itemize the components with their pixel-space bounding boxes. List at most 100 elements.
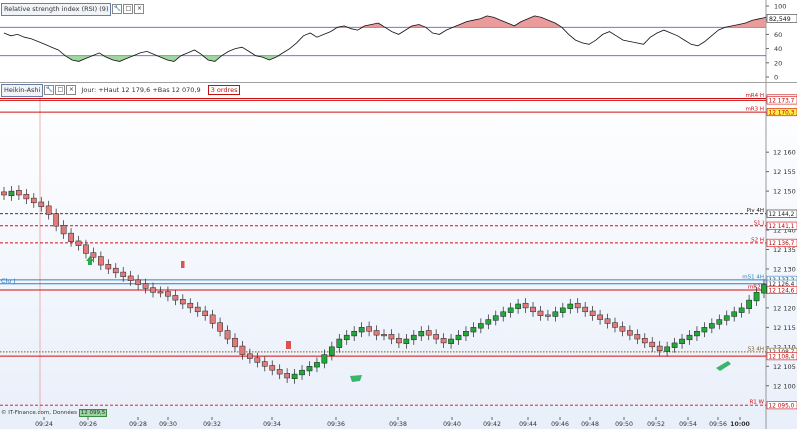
candle[interactable]: [589, 305, 596, 321]
price-title[interactable]: Heikin-Ashi: [1, 84, 44, 97]
candle[interactable]: [284, 368, 290, 384]
candle[interactable]: [470, 322, 477, 338]
candle[interactable]: [314, 357, 320, 373]
candle[interactable]: [448, 333, 454, 349]
candle[interactable]: [112, 263, 119, 278]
candle[interactable]: [641, 333, 648, 348]
candle[interactable]: [492, 310, 499, 326]
candle[interactable]: [366, 321, 372, 337]
candle[interactable]: [738, 302, 745, 318]
candle[interactable]: [716, 314, 723, 330]
candle[interactable]: [746, 295, 752, 314]
candle[interactable]: [165, 286, 171, 302]
price-chart[interactable]: 12 17012 16012 15512 15012 14012 13512 1…: [0, 83, 797, 429]
orders-badge[interactable]: 3 ordres: [207, 85, 241, 95]
candle[interactable]: [217, 317, 223, 337]
candle[interactable]: [60, 220, 67, 239]
candle[interactable]: [627, 325, 633, 341]
candle[interactable]: [261, 356, 268, 372]
candle[interactable]: [686, 330, 693, 345]
candle[interactable]: [664, 341, 670, 357]
candle[interactable]: [425, 325, 432, 341]
sell-marker-icon[interactable]: [181, 261, 185, 268]
candle[interactable]: [239, 340, 246, 360]
candle[interactable]: [45, 200, 52, 220]
candle[interactable]: [30, 193, 37, 208]
candle[interactable]: [381, 329, 387, 341]
rsi-title[interactable]: Relative strength index (RSI) (9): [1, 3, 112, 16]
candle[interactable]: [515, 298, 521, 314]
candle[interactable]: [574, 298, 581, 313]
candle[interactable]: [403, 333, 410, 349]
candle[interactable]: [328, 341, 335, 361]
candle[interactable]: [187, 298, 194, 313]
wrench-icon[interactable]: 🔧: [44, 85, 55, 95]
candle[interactable]: [507, 302, 514, 318]
candle[interactable]: [53, 208, 60, 232]
candle[interactable]: [150, 282, 156, 298]
candle[interactable]: [75, 235, 82, 251]
candle[interactable]: [232, 333, 238, 352]
candle[interactable]: [254, 352, 261, 368]
candle[interactable]: [224, 325, 231, 345]
buy-zone-icon[interactable]: [350, 375, 362, 382]
candle[interactable]: [537, 305, 544, 321]
candle[interactable]: [299, 365, 305, 380]
candle[interactable]: [23, 189, 30, 204]
candle[interactable]: [612, 317, 618, 333]
close-icon[interactable]: ×: [66, 85, 77, 95]
close-icon[interactable]: ×: [134, 4, 145, 14]
candle[interactable]: [306, 361, 313, 377]
candle[interactable]: [708, 318, 715, 334]
candle[interactable]: [530, 302, 536, 317]
candle[interactable]: [731, 306, 738, 322]
candle[interactable]: [247, 348, 253, 364]
candle[interactable]: [634, 329, 641, 345]
wrench-icon[interactable]: 🔧: [112, 4, 123, 14]
candle[interactable]: [16, 185, 22, 201]
candle[interactable]: [552, 306, 559, 322]
candle[interactable]: [604, 313, 611, 329]
candle[interactable]: [485, 314, 492, 330]
candle[interactable]: [194, 302, 201, 317]
maximize-icon[interactable]: □: [55, 85, 66, 95]
candle[interactable]: [522, 298, 529, 313]
candle[interactable]: [172, 290, 179, 306]
candle[interactable]: [694, 326, 700, 341]
candle[interactable]: [656, 340, 663, 356]
candle[interactable]: [582, 302, 589, 317]
candle[interactable]: [723, 310, 730, 326]
candle[interactable]: [671, 337, 678, 353]
candle[interactable]: [336, 333, 343, 353]
candle[interactable]: [142, 278, 149, 294]
candle[interactable]: [105, 259, 112, 275]
candle[interactable]: [269, 360, 276, 376]
candle[interactable]: [98, 251, 104, 271]
candle[interactable]: [440, 333, 447, 348]
candle[interactable]: [351, 326, 358, 341]
candle[interactable]: [701, 322, 708, 338]
candle[interactable]: [500, 306, 507, 322]
candle[interactable]: [463, 326, 469, 341]
candle[interactable]: [418, 326, 425, 341]
sell-marker-icon[interactable]: [286, 341, 291, 349]
candle[interactable]: [321, 349, 328, 369]
candle[interactable]: [8, 186, 15, 201]
candle[interactable]: [1, 186, 7, 201]
candle[interactable]: [455, 330, 462, 345]
candle[interactable]: [388, 329, 395, 345]
candle[interactable]: [276, 364, 283, 380]
buy-zone-icon[interactable]: [716, 361, 731, 371]
candle[interactable]: [157, 286, 164, 298]
candle[interactable]: [433, 329, 440, 345]
candle[interactable]: [679, 333, 685, 349]
candle[interactable]: [619, 321, 626, 337]
candle[interactable]: [478, 318, 484, 334]
candle[interactable]: [410, 330, 417, 345]
candle[interactable]: [135, 274, 141, 290]
candle[interactable]: [396, 333, 402, 348]
candle[interactable]: [545, 309, 551, 321]
candle[interactable]: [38, 196, 45, 212]
candle[interactable]: [567, 298, 574, 314]
candle[interactable]: [209, 309, 216, 329]
